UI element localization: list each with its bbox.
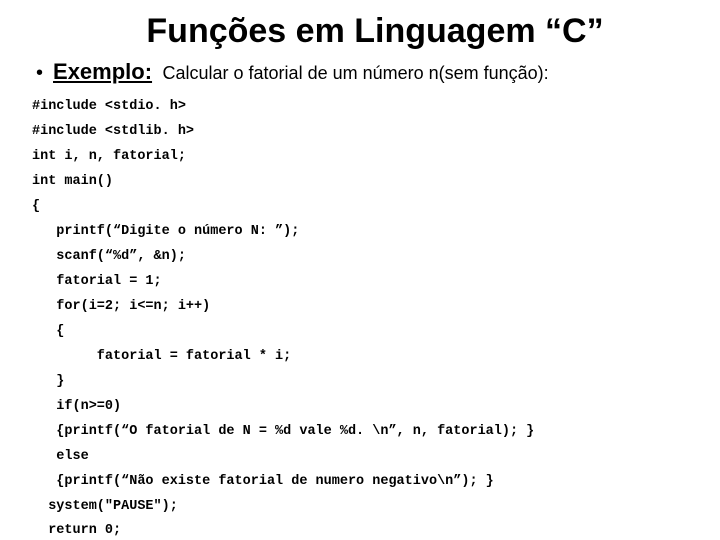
- slide: Funções em Linguagem “C” • Exemplo: Calc…: [0, 0, 720, 540]
- bullet-icon: •: [36, 63, 43, 83]
- example-bullet: • Exemplo: Calcular o fatorial de um núm…: [36, 59, 692, 85]
- example-description: Calcular o fatorial de um número n(sem f…: [163, 63, 549, 83]
- code-block: #include <stdio. h> #include <stdlib. h>…: [32, 95, 692, 540]
- example-label: Exemplo:: [53, 59, 152, 84]
- page-title: Funções em Linguagem “C”: [58, 12, 692, 51]
